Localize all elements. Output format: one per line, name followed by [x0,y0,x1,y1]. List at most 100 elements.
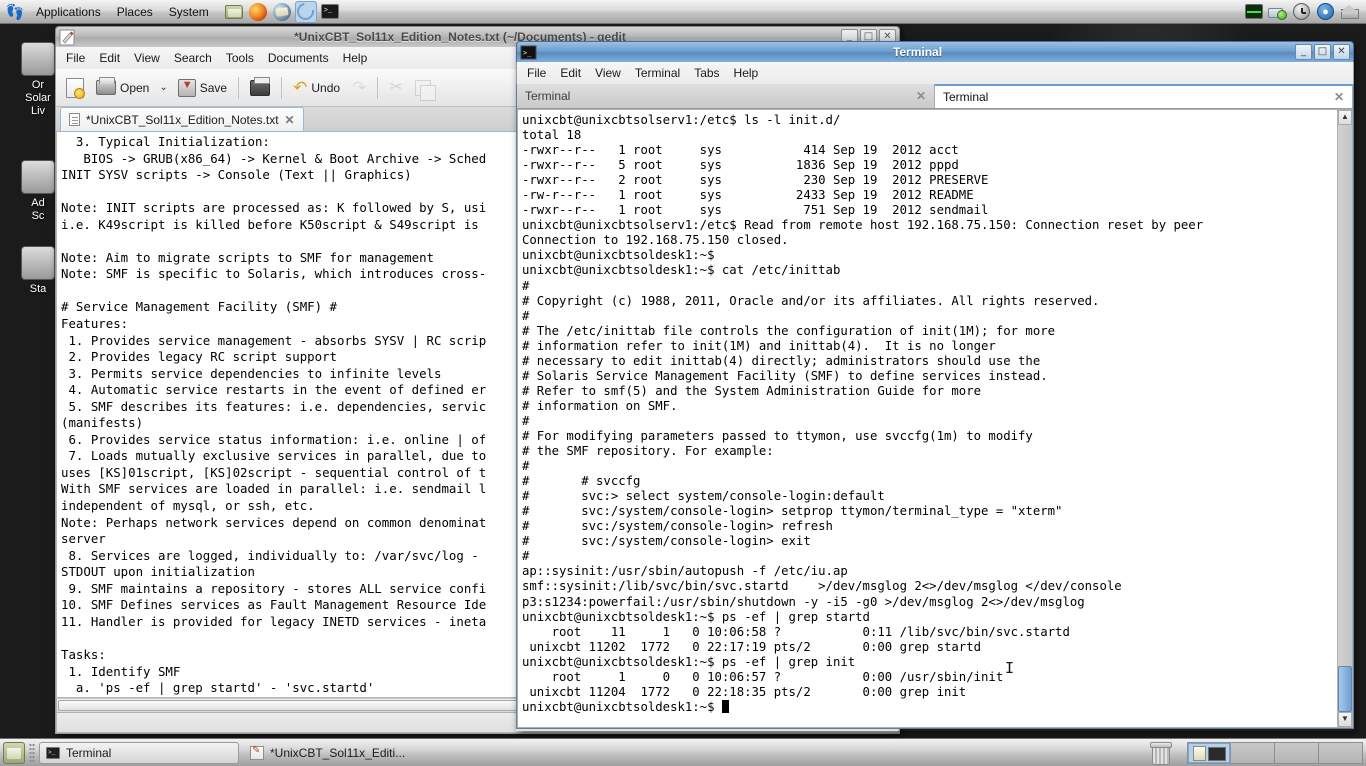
toolbar-separator [281,76,283,99]
notification-tray: ● [1243,1,1360,22]
gedit-menu-documents[interactable]: Documents [261,48,336,68]
redo-arrow-icon: ↷ [352,78,367,97]
taskbar-item-label: Terminal [66,745,112,760]
panel-grip[interactable] [29,742,35,763]
terminal-minimize-button[interactable]: _ [1295,44,1312,60]
gedit-menu-search[interactable]: Search [167,48,219,68]
terminal-tab-1[interactable]: Terminal ✕ [517,84,935,108]
terminal-menu-view[interactable]: View [588,63,628,83]
update-manager-launcher[interactable] [293,0,318,24]
disc-icon [21,42,55,76]
terminal-tab-label: Terminal [525,89,571,103]
terminal-output: unixcbt@unixcbtsolserv1:/etc$ ls -l init… [518,110,1337,727]
terminal-tab-2[interactable]: Terminal ✕ [935,84,1353,108]
desktop-icon-label: Sta [29,283,47,295]
save-button-label: Save [199,80,228,95]
terminal-tab-close-icon[interactable]: ✕ [916,89,926,103]
terminal-title: Terminal [892,45,943,59]
terminal-maximize-button[interactable]: □ [1314,44,1331,60]
folder-icon [224,4,243,19]
accessibility-applet[interactable]: ● [1315,1,1336,22]
gedit-menu-edit[interactable]: Edit [92,48,127,68]
scroll-down-button[interactable]: ▼ [1338,712,1352,727]
terminal-scroll-track[interactable] [1338,125,1352,712]
terminal-icon: >_ [46,746,60,759]
document-icon [69,113,80,126]
terminal-output-text: unixcbt@unixcbtsolserv1:/etc$ ls -l init… [522,113,1204,714]
undo-button-label: Undo [311,80,341,95]
toolbar-separator [377,76,379,99]
firefox-launcher[interactable] [247,1,269,23]
folder-open-icon [96,77,116,95]
open-dropdown-button[interactable]: ⌄ [156,82,170,93]
gedit-menu-file[interactable]: File [59,48,92,68]
save-button[interactable]: Save [173,76,232,100]
redo-button[interactable]: ↷ [347,76,371,99]
panel-launchers: >_ [223,0,341,24]
new-document-icon [66,77,85,99]
terminal-body: Terminal ✕ Terminal ✕ unixcbt@unixcbtsol… [516,84,1354,729]
workspace-2[interactable] [1231,741,1275,764]
terminal-launcher[interactable]: >_ [319,1,341,23]
desktop-icon-label: Or Solar Liv [25,79,51,117]
terminal-close-button[interactable]: ✕ [1333,44,1350,60]
workspace-1[interactable] [1187,741,1231,764]
terminal-menu-file[interactable]: File [520,63,553,83]
terminal-app-icon: >_ [520,44,537,61]
terminal-scroll-thumb[interactable] [1338,666,1352,712]
gedit-menu-view[interactable]: View [127,48,167,68]
clock-applet[interactable] [1291,1,1312,22]
taskbar-item-terminal[interactable]: >_ Terminal [39,741,239,764]
terminal-screen[interactable]: unixcbt@unixcbtsolserv1:/etc$ ls -l init… [517,109,1353,728]
network-applet[interactable] [1267,1,1288,22]
open-button[interactable]: Open [91,77,154,98]
undo-button[interactable]: ↶ Undo [288,76,345,99]
refresh-icon [293,0,318,24]
terminal-window[interactable]: >_ Terminal _ □ ✕ File Edit View Termina… [516,41,1354,731]
gedit-tab-close-icon[interactable]: ✕ [285,113,295,127]
new-document-button[interactable] [61,75,89,101]
gedit-document-tab[interactable]: *UnixCBT_Sol11x_Edition_Notes.txt ✕ [60,107,304,131]
scroll-up-button[interactable]: ▲ [1338,110,1352,125]
terminal-menu-edit[interactable]: Edit [553,63,588,83]
print-button[interactable] [245,76,275,99]
taskbar-item-label: *UnixCBT_Sol11x_Editi... [270,745,406,760]
menu-places[interactable]: Places [109,2,161,22]
mouse-ibeam-pointer: I [1005,659,1015,677]
gnome-foot-icon[interactable]: 👣 [2,1,28,23]
workspace-3[interactable] [1275,741,1319,764]
menu-applications[interactable]: Applications [28,2,109,22]
network-icon [1268,4,1287,20]
show-desktop-button[interactable] [3,741,25,764]
thunderbird-launcher[interactable] [271,1,293,23]
clock-icon [1293,3,1310,20]
copy-button[interactable] [410,77,436,101]
svg-text:>_: >_ [523,49,532,57]
terminal-tab-label: Terminal [943,90,989,104]
copy-icon [414,79,436,101]
workspace-4[interactable] [1319,741,1363,764]
terminal-icon: >_ [320,4,339,19]
desktop-icon-label: Ad Sc [31,197,45,222]
terminal-menu-help[interactable]: Help [727,63,766,83]
terminal-vertical-scrollbar[interactable]: ▲ ▼ [1337,110,1352,727]
system-monitor-applet[interactable] [1243,1,1264,22]
terminal-menu-terminal[interactable]: Terminal [628,63,687,83]
gedit-menu-tools[interactable]: Tools [219,48,261,68]
top-panel: 👣 Applications Places System >_ ● [0,0,1366,24]
gedit-tab-label: *UnixCBT_Sol11x_Edition_Notes.txt [86,112,279,127]
gedit-menu-help[interactable]: Help [336,48,375,68]
cut-button[interactable]: ✂ [384,76,407,99]
trash-icon[interactable] [1149,741,1172,765]
gedit-icon [250,745,264,760]
taskbar-item-gedit[interactable]: *UnixCBT_Sol11x_Editi... [243,742,443,764]
file-manager-launcher[interactable] [223,1,245,23]
logout-applet[interactable] [1339,1,1360,22]
menu-system[interactable]: System [161,2,217,22]
start-icon [21,246,55,280]
toolbar-separator [238,76,240,99]
terminal-tab-close-icon[interactable]: ✕ [1334,90,1344,104]
thunderbird-icon [272,2,291,21]
terminal-titlebar[interactable]: >_ Terminal _ □ ✕ [516,41,1354,62]
terminal-menu-tabs[interactable]: Tabs [687,63,726,83]
